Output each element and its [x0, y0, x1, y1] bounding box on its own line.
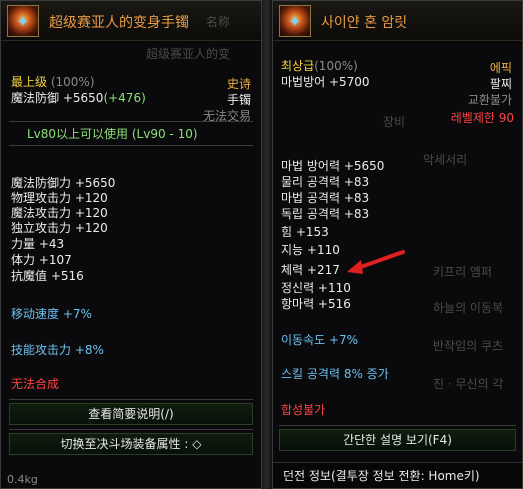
grade-label: 최상급(100%): [281, 59, 358, 73]
tooltip-header: ✦ 超级赛亚人的变身手镯 名称: [1, 1, 261, 41]
divider: [9, 429, 253, 430]
ghost-side-item: 진 · 무신의 각: [433, 377, 504, 391]
grade-label: 最上级 (100%): [11, 75, 95, 89]
stat-line: 마법 공격력 +83: [281, 191, 370, 205]
ghost-side-item: 반작임의 쿠츠: [433, 339, 504, 353]
move-speed-buff: 移动速度 +7%: [11, 307, 92, 321]
ghost-accessory-tab: 악세서리: [423, 153, 468, 167]
item-title: 사이얀 혼 암릿: [321, 15, 408, 31]
level-requirement: 레벨제한 90: [450, 111, 514, 125]
toggle-arena-attrs-button[interactable]: 切换至决斗场装备属性 : ◇: [9, 433, 253, 455]
stat-line: 정신력 +110: [281, 281, 351, 295]
stat-line: 魔法防御力 +5650: [11, 176, 116, 190]
stat-line: 抗魔值 +516: [11, 269, 84, 283]
stat-line: 마법 방어력 +5650: [281, 159, 385, 173]
skill-attack-buff: 스킬 공격력 8% 증가: [281, 367, 389, 381]
move-speed-buff: 이동속도 +7%: [281, 333, 359, 347]
stat-line: 体力 +107: [11, 253, 72, 267]
skill-attack-buff: 技能攻击力 +8%: [11, 343, 104, 357]
ghost-header-text: 名称: [206, 15, 231, 29]
ghost-side-item: 키프리 엠퍼: [433, 265, 493, 279]
footer-bar: 던전 정보(결투장 정보 전환: Home키): [273, 462, 522, 488]
stat-line: 지능 +110: [281, 243, 340, 257]
stat-line: 独立攻击力 +120: [11, 221, 108, 235]
defense-line: 魔法防御 +5650(+476): [11, 91, 146, 105]
item-weight: 0.4kg: [7, 473, 38, 486]
simple-description-button[interactable]: 간단한 설명 보기(F4): [279, 429, 516, 451]
divider: [9, 121, 253, 122]
item-title: 超级赛亚人的变身手镯: [49, 15, 189, 31]
defense-line: 마법방어 +5700: [281, 75, 370, 89]
tooltip-header: ✦ 사이얀 혼 암릿: [273, 1, 522, 41]
level-requirement: Lv80以上可以使用 (Lv90 - 10): [27, 127, 198, 141]
stat-line: 물리 공격력 +83: [281, 175, 370, 189]
dungeon-info-toggle[interactable]: 던전 정보(결투장 정보 전환: Home키): [283, 469, 480, 483]
divider: [279, 425, 516, 426]
no-synthesis-label: 无法合成: [11, 377, 60, 391]
trade-label: 교환불가: [467, 93, 512, 107]
red-arrow-annotation: [347, 250, 405, 274]
stat-line: 독립 공격력 +83: [281, 207, 370, 221]
rarity-label: 에픽: [489, 61, 512, 75]
tooltip-panel-kr: ✦ 사이얀 혼 암릿 최상급(100%) 에픽 마법방어 +5700 팔찌 교환…: [272, 0, 523, 489]
stat-line: 力量 +43: [11, 237, 65, 251]
ghost-background-text: 超级赛亚人的变: [146, 47, 231, 61]
bracelet-item-icon: ✦: [279, 5, 311, 37]
tooltip-panel-cn: ✦ 超级赛亚人的变身手镯 名称 超级赛亚人的变 最上级 (100%) 史诗 魔法…: [0, 0, 262, 489]
slot-label: 팔찌: [489, 77, 512, 91]
stat-line: 항마력 +516: [281, 297, 351, 311]
panel-gap: [262, 0, 272, 489]
view-description-button[interactable]: 查看简要说明(/): [9, 403, 253, 425]
rarity-label: 史诗: [226, 77, 251, 91]
divider: [9, 399, 253, 400]
ghost-side-item: 하늘의 이동복: [433, 301, 504, 315]
slot-label: 手镯: [226, 93, 251, 107]
stat-line: 魔法攻击力 +120: [11, 206, 108, 220]
stat-line: 物理攻击力 +120: [11, 191, 108, 205]
stat-line: 힘 +153: [281, 225, 329, 239]
stat-line-highlighted: 체력 +217: [281, 263, 340, 277]
ghost-equip-tab: 장비: [383, 115, 406, 129]
divider: [9, 145, 253, 146]
no-synthesis-label: 합성불가: [281, 403, 326, 417]
bracelet-item-icon: ✦: [7, 5, 39, 37]
